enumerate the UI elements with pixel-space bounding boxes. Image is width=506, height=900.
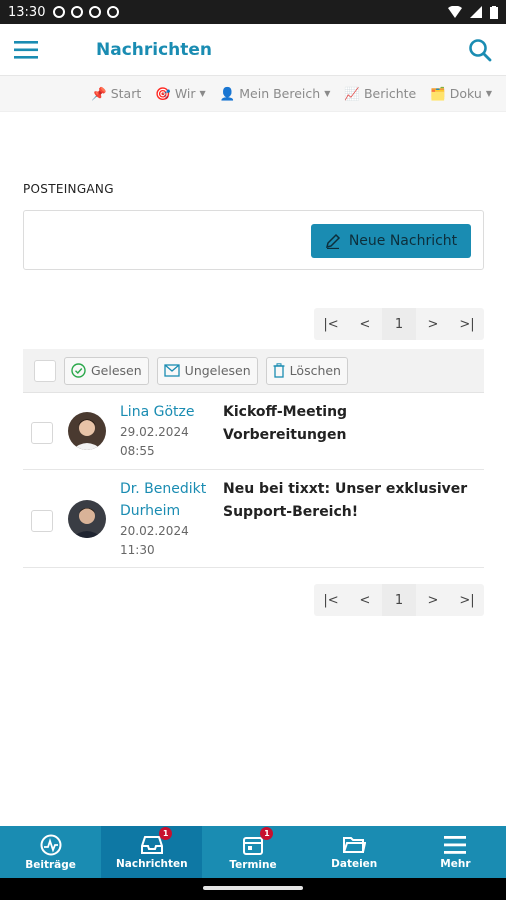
delete-label: Löschen [289,363,341,378]
compose-panel: Neue Nachricht [23,210,484,270]
tab-mehr[interactable]: Mehr [405,826,506,878]
select-all-checkbox[interactable] [34,359,56,382]
menu-icon[interactable] [14,40,38,59]
bulk-actions-toolbar: Gelesen Ungelesen Löschen [23,349,484,393]
tab-label: Mehr [440,857,471,870]
user-icon: 👤 [219,85,236,101]
nav-item-label: Doku [449,86,482,101]
tab-nachrichten[interactable]: 1 Nachrichten [101,826,203,878]
new-message-label: Neue Nachricht [348,233,458,249]
event-badge: 1 [260,827,274,840]
caret-down-icon: ▼ [485,89,492,98]
current-page: 1 [382,584,416,616]
wifi-icon [448,6,462,18]
next-page-button[interactable]: > [416,584,450,616]
tab-label: Termine [229,858,277,871]
mark-read-button[interactable]: Gelesen [64,356,149,385]
message-date: 29.02.2024 [120,425,189,439]
pagination-top: |< < 1 > >| [314,308,484,340]
search-icon[interactable] [468,38,492,62]
last-page-button[interactable]: >| [450,308,484,340]
tab-termine[interactable]: 1 Termine [202,826,303,878]
message-row[interactable]: Dr. Benedikt Durheim 20.02.2024 11:30 Ne… [23,470,484,568]
bottom-tab-bar: Beiträge 1 Nachrichten 1 Termine Dateien… [0,826,506,878]
trash-icon [273,363,285,378]
sender-name[interactable]: Lina Götze [120,401,215,423]
pencil-icon [325,233,340,249]
envelope-icon [164,364,180,377]
notification-icon [53,6,66,18]
home-indicator[interactable] [203,886,303,890]
nav-item-start[interactable]: 📌 Start [91,86,141,102]
target-icon: 🎯 [155,85,171,101]
vpn-icon [107,6,120,18]
next-page-button[interactable]: > [416,308,450,340]
folder-icon [343,836,367,853]
battery-icon [490,5,498,19]
caret-down-icon: ▼ [199,89,206,98]
message-time: 08:55 [120,444,155,458]
row-checkbox[interactable] [31,422,53,444]
sender-block: Lina Götze 29.02.2024 08:55 [120,401,215,461]
system-nav-bar [0,878,506,900]
nav-item-label: Wir [174,86,196,101]
nav-item-label: Mein Bereich [239,86,321,101]
status-bar: 13:30 [0,0,506,24]
message-row[interactable]: Lina Götze 29.02.2024 08:55 Kickoff-Meet… [23,393,484,470]
row-checkbox[interactable] [31,510,53,532]
tab-beitraege[interactable]: Beiträge [0,826,101,878]
prev-page-button[interactable]: < [348,584,382,616]
signal-icon [470,6,482,18]
pin-icon: 📌 [91,85,107,101]
new-message-button[interactable]: Neue Nachricht [311,224,471,258]
first-page-button[interactable]: |< [314,308,348,340]
shield-icon [71,6,84,18]
nav-item-label: Berichte [363,86,417,101]
nav-item-mein-bereich[interactable]: 👤 Mein Bereich ▼ [220,86,331,102]
page-title: Nachrichten [96,39,213,60]
delete-button[interactable]: Löschen [265,356,348,385]
pagination-bottom: |< < 1 > >| [314,584,484,616]
message-subject[interactable]: Kickoff-Meeting Vorbereitungen [223,401,473,447]
status-time: 13:30 [8,4,46,20]
secondary-nav: 📌 Start 🎯 Wir ▼ 👤 Mein Bereich ▼ 📈 Beric… [0,76,506,112]
menu-icon [444,835,467,854]
prev-page-button[interactable]: < [348,308,382,340]
message-subject[interactable]: Neu bei tixxt: Unser exklusiver Support-… [223,478,473,524]
last-page-button[interactable]: >| [450,584,484,616]
nav-item-wir[interactable]: 🎯 Wir ▼ [155,86,205,102]
avatar [68,412,106,450]
caret-down-icon: ▼ [324,89,331,98]
section-heading: POSTEINGANG [23,182,114,196]
message-time: 11:30 [120,543,155,557]
app-bar: Nachrichten [0,24,506,76]
tab-label: Beiträge [25,858,76,871]
nav-item-berichte[interactable]: 📈 Berichte [344,86,416,102]
chart-icon: 📈 [344,85,360,101]
unread-badge: 1 [159,827,173,840]
activity-icon [40,834,62,855]
folder-icon: 🗂️ [430,85,446,101]
tab-label: Nachrichten [115,857,188,870]
nav-item-doku[interactable]: 🗂️ Doku ▼ [430,86,492,102]
mark-unread-button[interactable]: Ungelesen [156,356,258,385]
mark-read-label: Gelesen [91,363,142,378]
message-date: 20.02.2024 [120,524,189,538]
first-page-button[interactable]: |< [314,584,348,616]
mark-unread-label: Ungelesen [184,363,251,378]
download-icon [89,6,102,18]
sender-name[interactable]: Dr. Benedikt Durheim [120,478,215,522]
avatar [68,500,106,538]
nav-item-label: Start [110,86,142,101]
tab-dateien[interactable]: Dateien [304,826,405,878]
tab-label: Dateien [331,857,378,870]
check-circle-icon [71,363,86,378]
current-page: 1 [382,308,416,340]
sender-block: Dr. Benedikt Durheim 20.02.2024 11:30 [120,478,215,560]
